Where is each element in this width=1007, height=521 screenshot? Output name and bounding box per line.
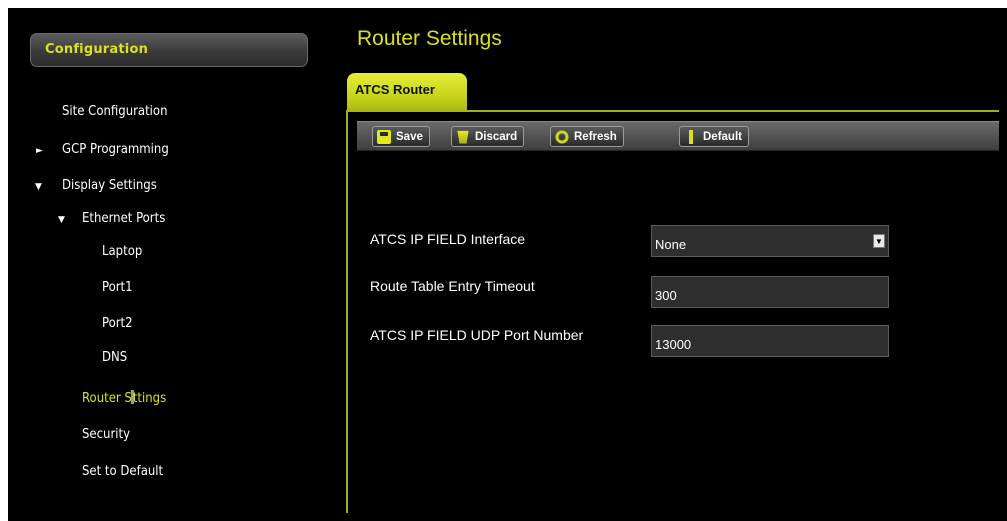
sidebar: Configuration [8, 8, 354, 521]
udp-port-input[interactable]: 13000 [651, 325, 889, 357]
sidebar-item-site-configuration[interactable]: Site Configuration [62, 104, 168, 119]
save-label: Save [396, 130, 423, 143]
collapse-arrow-icon[interactable]: ▼ [58, 215, 65, 225]
field-label-atcs-ip-interface: ATCS IP FIELD Interface [370, 231, 526, 247]
sidebar-item-port1[interactable]: Port1 [102, 280, 133, 295]
discard-icon [457, 130, 469, 144]
sidebar-item-label: ttings [132, 391, 167, 406]
save-icon [377, 129, 391, 144]
default-label: Default [703, 130, 742, 143]
expand-arrow-icon[interactable]: ► [36, 146, 43, 156]
sidebar-item-router-settings[interactable]: Router Sttings [82, 390, 166, 406]
sidebar-item-label: Router S [82, 391, 132, 406]
page-title: Router Settings [357, 27, 502, 50]
tab-atcs-router[interactable]: ATCS Router [347, 73, 467, 112]
toolbar: Save Discard Refresh Default [357, 121, 999, 151]
sidebar-item-gcp-programming[interactable]: GCP Programming [62, 142, 169, 157]
configuration-header[interactable]: Configuration [30, 33, 308, 67]
sidebar-item-security[interactable]: Security [82, 427, 130, 442]
refresh-icon [555, 129, 569, 144]
sidebar-item-display-settings[interactable]: Display Settings [62, 178, 157, 193]
route-table-timeout-input[interactable]: 300 [651, 276, 889, 308]
content-panel [346, 110, 999, 513]
sidebar-item-ethernet-ports[interactable]: Ethernet Ports [82, 211, 165, 226]
sidebar-item-laptop[interactable]: Laptop [102, 244, 142, 259]
dropdown-arrow-icon[interactable]: ▼ [873, 234, 885, 248]
discard-button[interactable]: Discard [451, 126, 525, 147]
select-value: None [655, 237, 687, 252]
default-button[interactable]: Default [679, 126, 749, 147]
refresh-label: Refresh [574, 130, 617, 143]
refresh-button[interactable]: Refresh [550, 126, 624, 147]
collapse-arrow-icon[interactable]: ▼ [35, 182, 42, 192]
field-label-route-table-timeout: Route Table Entry Timeout [370, 278, 535, 294]
field-label-udp-port: ATCS IP FIELD UDP Port Number [370, 327, 584, 343]
save-button[interactable]: Save [372, 126, 430, 147]
sidebar-item-set-to-default[interactable]: Set to Default [82, 464, 163, 479]
sidebar-item-port2[interactable]: Port2 [102, 316, 133, 331]
atcs-ip-interface-select[interactable]: None ▼ [651, 225, 889, 257]
sidebar-item-dns[interactable]: DNS [102, 350, 127, 365]
default-icon [684, 129, 698, 144]
discard-label: Discard [475, 130, 518, 143]
